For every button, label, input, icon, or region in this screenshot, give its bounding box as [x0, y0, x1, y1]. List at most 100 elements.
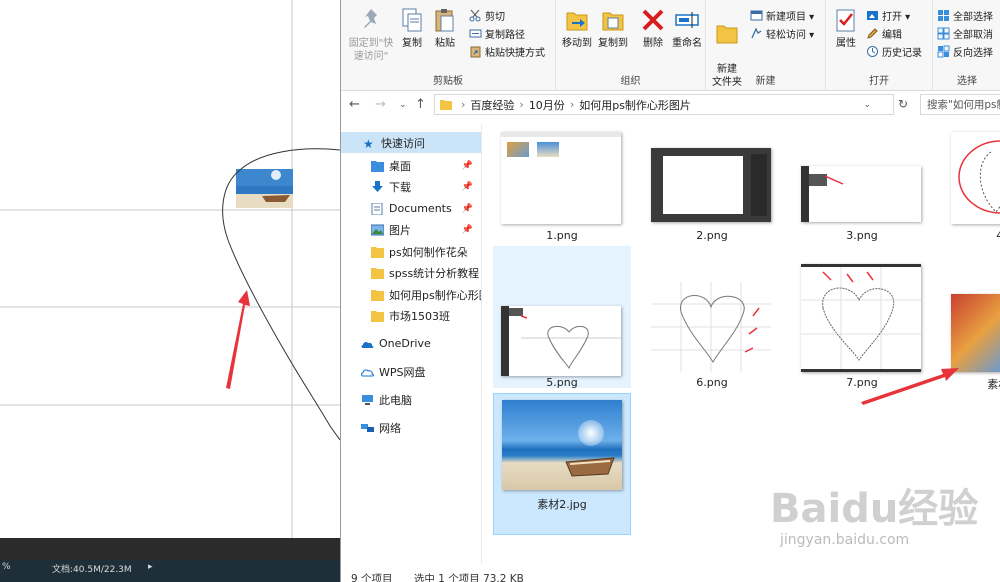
- select-all-icon: [938, 10, 949, 21]
- address-dropdown-icon[interactable]: ⌄: [863, 100, 871, 110]
- edit-button[interactable]: 编辑: [866, 25, 902, 42]
- pin-quick-access-button[interactable]: 固定到"快速访问": [345, 6, 397, 63]
- forward-arrow-icon[interactable]: →: [375, 97, 386, 112]
- breadcrumb-separator-icon: ›: [519, 98, 524, 111]
- nav-item-documents[interactable]: Documents 📌: [341, 198, 481, 219]
- paste-icon: [435, 9, 454, 32]
- file-name: 素材2.jpg: [537, 498, 587, 511]
- address-bar[interactable]: › 百度经验 › 10月份 › 如何用ps制作心形图片 ⌄: [434, 94, 894, 115]
- invert-selection-button[interactable]: 反向选择: [937, 43, 993, 60]
- file-tile[interactable]: 4.png: [943, 124, 1000, 266]
- up-arrow-icon[interactable]: ↑: [415, 97, 426, 112]
- nav-quick-access[interactable]: ★ 快速访问: [341, 132, 481, 153]
- move-to-button[interactable]: 移动到: [559, 6, 595, 50]
- nav-item-folder[interactable]: 如何用ps制作心形图: [341, 284, 481, 305]
- ps-status-menu-arrow[interactable]: ▸: [148, 562, 153, 572]
- beach-image-layer: [236, 169, 293, 208]
- breadcrumb-item[interactable]: 10月份: [529, 97, 565, 113]
- copy-to-label: 复制到: [598, 38, 628, 49]
- select-none-icon: [937, 27, 950, 40]
- delete-label: 删除: [643, 38, 663, 49]
- nav-item-downloads[interactable]: 下载 📌: [341, 176, 481, 197]
- scissors-icon: [469, 9, 481, 22]
- move-to-label: 移动到: [562, 38, 592, 49]
- easy-access-label: 轻松访问 ▾: [766, 30, 815, 41]
- ps-zoom-readout: %: [2, 562, 11, 572]
- new-item-button[interactable]: 新建项目 ▾: [750, 7, 814, 24]
- ribbon-group-organize: 移动到 复制到 删除 重命名 组织: [556, 0, 706, 90]
- selection-info: 选中 1 个项目 73.2 KB: [413, 573, 524, 582]
- star-icon: ★: [363, 136, 374, 151]
- file-tile[interactable]: 1.png: [493, 124, 631, 266]
- nav-this-pc[interactable]: 此电脑: [341, 389, 481, 410]
- breadcrumb-item[interactable]: 如何用ps制作心形图片: [579, 97, 691, 113]
- delete-x-icon: [642, 9, 664, 31]
- delete-button[interactable]: 删除: [638, 6, 668, 50]
- heart-sketch-preview: [958, 140, 1000, 214]
- select-all-button[interactable]: 全部选择: [937, 7, 993, 24]
- red-arrow-overlay: [861, 368, 959, 405]
- pin-icon: [364, 9, 377, 28]
- file-name: 6.png: [696, 376, 728, 389]
- copy-path-button[interactable]: 复制路径: [469, 25, 525, 42]
- folder-icon: [371, 246, 384, 258]
- nav-network[interactable]: 网络: [341, 417, 481, 438]
- file-tile[interactable]: 6.png: [643, 246, 781, 389]
- back-arrow-icon[interactable]: ←: [349, 97, 360, 112]
- open-button[interactable]: 打开 ▾: [866, 7, 910, 24]
- folder-icon: [371, 267, 384, 279]
- nav-wps[interactable]: WPS网盘: [341, 361, 481, 382]
- item-count: 9 个项目: [351, 573, 393, 582]
- ribbon-group-select: 全部选择 全部取消 反向选择 选择: [933, 0, 1000, 90]
- copy-button[interactable]: 复制: [397, 6, 427, 50]
- copy-label: 复制: [402, 38, 422, 49]
- ps-document-canvas[interactable]: [0, 0, 340, 538]
- breadcrumb-separator-icon: ›: [569, 98, 575, 111]
- paste-shortcut-icon: [470, 46, 481, 58]
- easy-access-button[interactable]: 轻松访问 ▾: [750, 25, 814, 42]
- breadcrumb-item[interactable]: 百度经验: [470, 97, 514, 113]
- file-tile[interactable]: 2.png: [643, 124, 781, 266]
- invert-selection-label: 反向选择: [953, 48, 993, 59]
- copy-to-button[interactable]: 复制到: [595, 6, 631, 50]
- file-name: 2.png: [696, 229, 728, 242]
- nav-item-pictures[interactable]: 图片 📌: [341, 219, 481, 240]
- history-button[interactable]: 历史记录: [866, 43, 922, 60]
- pin-icon: 📌: [461, 181, 473, 192]
- nav-item-folder[interactable]: ps如何制作花朵: [341, 241, 481, 262]
- rename-label: 重命名: [672, 38, 702, 49]
- recent-locations-chevron-icon[interactable]: ⌄: [399, 100, 407, 110]
- search-input[interactable]: 搜索"如何用ps制作心形图片": [920, 94, 1000, 115]
- move-to-icon: [566, 12, 588, 31]
- refresh-icon[interactable]: ↻: [898, 97, 908, 111]
- file-name: 5.png: [546, 376, 578, 389]
- paste-button[interactable]: 粘贴: [430, 6, 460, 50]
- nav-quick-access-label: 快速访问: [381, 136, 425, 150]
- cut-button[interactable]: 剪切: [469, 7, 505, 24]
- nav-onedrive[interactable]: OneDrive: [341, 333, 481, 354]
- select-none-button[interactable]: 全部取消: [937, 25, 993, 42]
- boat-image: [565, 457, 615, 477]
- paste-shortcut-button[interactable]: 粘贴快捷方式: [469, 43, 545, 60]
- nav-item-desktop[interactable]: 桌面 📌: [341, 155, 481, 176]
- easy-access-icon: [751, 27, 762, 39]
- properties-button[interactable]: 属性: [830, 6, 862, 50]
- history-icon: [867, 46, 878, 57]
- ribbon: 固定到"快速访问" 复制 粘贴 剪切 复制路径 粘贴快捷方式 剪贴板 移动到 复…: [341, 0, 1000, 91]
- open-icon: [867, 11, 878, 20]
- file-tile-selected[interactable]: 素材2.jpg: [493, 393, 631, 535]
- file-name: 4.png: [943, 229, 1000, 242]
- nav-item-folder[interactable]: 市场1503班: [341, 305, 481, 326]
- red-arrow-mark: [825, 175, 844, 185]
- ps-status-bar: [0, 560, 340, 582]
- pin-icon: 📌: [461, 160, 473, 171]
- select-none-label: 全部取消: [953, 30, 993, 41]
- rename-button[interactable]: 重命名: [669, 6, 705, 50]
- new-item-label: 新建项目 ▾: [766, 12, 815, 23]
- paste-shortcut-label: 粘贴快捷方式: [485, 48, 545, 59]
- downloads-icon: [372, 180, 383, 192]
- heart-grid-preview: [801, 264, 921, 372]
- file-tile[interactable]: 3.png: [793, 124, 931, 266]
- nav-item-folder[interactable]: spss统计分析教程: [341, 262, 481, 283]
- file-tile[interactable]: 5.png: [493, 246, 631, 389]
